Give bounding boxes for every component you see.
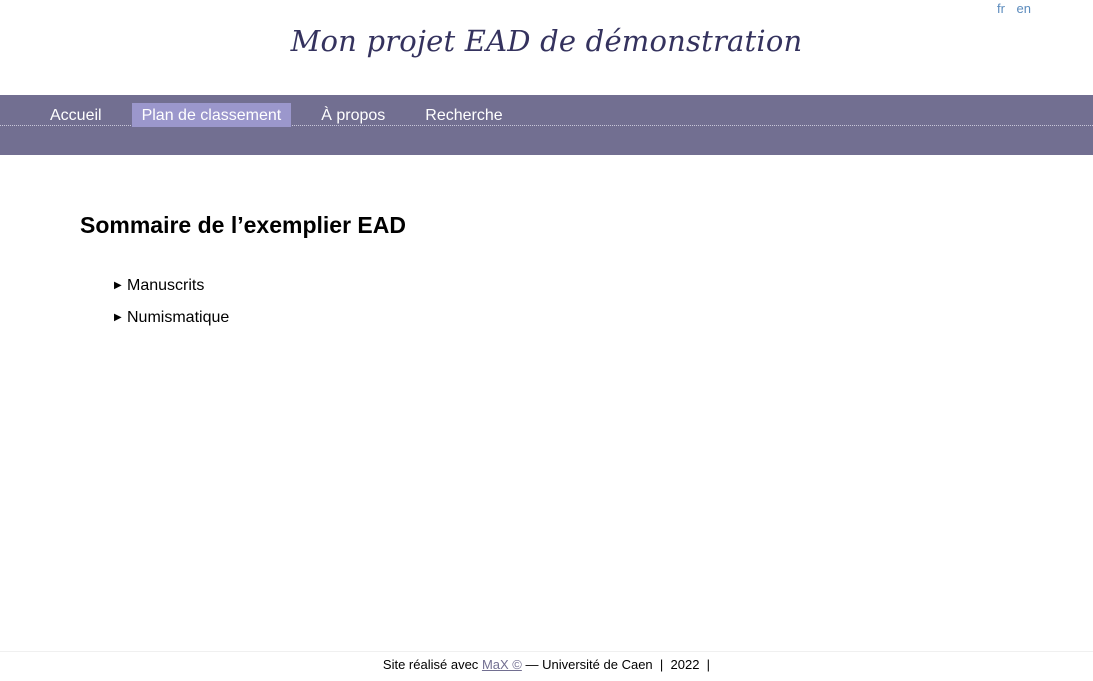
page: fr en Mon projet EAD de démonstration Ac…	[0, 0, 1093, 681]
nav-item-accueil[interactable]: Accueil	[40, 103, 112, 127]
nav-item-recherche[interactable]: Recherche	[415, 103, 512, 127]
lang-fr-link[interactable]: fr	[997, 1, 1005, 16]
lang-en-link[interactable]: en	[1017, 1, 1031, 16]
toc-item-manuscrits[interactable]: ▶ Manuscrits	[114, 276, 229, 296]
triangle-right-icon: ▶	[114, 312, 122, 323]
nav-item-plan-de-classement[interactable]: Plan de classement	[131, 103, 292, 127]
footer-prefix: Site réalisé avec	[382, 657, 479, 672]
triangle-right-icon: ▶	[114, 280, 122, 291]
footer: Site réalisé avec MaX © — Université de …	[0, 651, 1093, 681]
toc-list: ▶ Manuscrits ▶ Numismatique	[114, 276, 229, 340]
toc-item-label: Numismatique	[127, 309, 230, 326]
nav-menu: Accueil Plan de classement À propos Rech…	[40, 103, 513, 127]
toc-item-numismatique[interactable]: ▶ Numismatique	[114, 308, 229, 328]
max-link[interactable]: MaX ©	[482, 657, 522, 672]
site-title: Mon projet EAD de démonstration	[290, 24, 803, 58]
footer-separator: |	[659, 657, 664, 672]
footer-year: 2022	[670, 657, 700, 672]
main-navbar: Accueil Plan de classement À propos Rech…	[0, 95, 1093, 155]
page-title: Sommaire de l’exemplier EAD	[80, 212, 406, 238]
toc-item-label: Manuscrits	[127, 277, 205, 294]
footer-separator: |	[706, 657, 711, 672]
language-switcher: fr en	[989, 1, 1031, 16]
footer-org: — Université de Caen	[525, 657, 653, 672]
nav-item-a-propos[interactable]: À propos	[311, 103, 395, 127]
